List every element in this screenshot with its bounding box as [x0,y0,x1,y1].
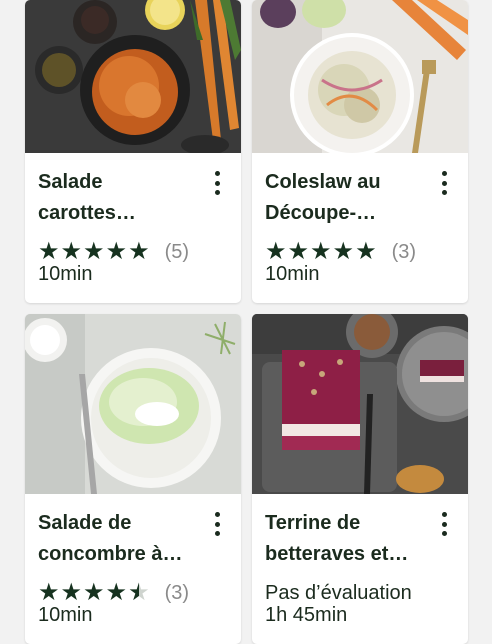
more-vert-icon[interactable] [434,169,454,197]
prep-time: 10min [38,263,93,285]
prep-time: 10min [38,604,93,626]
recipe-title[interactable]: Terrine de betteraves et… [265,508,435,570]
more-vert-icon[interactable] [434,510,454,538]
recipe-photo[interactable] [252,0,468,153]
star-icon: ★ [83,238,105,265]
star-icon: ★ [287,238,310,265]
recipe-card[interactable]: Salade de concombre à… ★ ★ ★ ★ ★ (3) 10m… [25,314,241,644]
star-icon: ★ [265,238,287,265]
rating: ★ ★ ★ ★ ★ (5) [38,239,189,265]
recipe-title[interactable]: Salade carottes… [38,167,208,229]
rating-count: (3) [164,581,190,604]
rating: Pas d’évaluation [265,580,412,606]
star-icon: ★ [105,579,128,606]
star-icon: ★ [105,238,128,265]
cucumber-salad-image [25,314,241,494]
star-rating: ★ ★ ★ ★ ★ [265,240,378,264]
recipe-photo[interactable] [25,314,241,494]
rating: ★ ★ ★ ★ ★ (3) [265,239,416,265]
more-vert-icon[interactable] [207,510,227,538]
recipe-card[interactable]: Terrine de betteraves et… Pas d’évaluati… [252,314,468,644]
star-icon: ★ [310,238,332,265]
star-icon: ★ [60,238,83,265]
rating-count: (5) [164,240,190,263]
star-icon: ★ [38,238,60,265]
recipe-card[interactable]: Coleslaw au Découpe-… ★ ★ ★ ★ ★ (3) 10mi… [252,0,468,303]
star-icon: ★ [60,579,83,606]
recipe-photo[interactable] [252,314,468,494]
carrot-salad-image [25,0,241,153]
coleslaw-image [252,0,468,153]
prep-time: 1h 45min [265,604,348,626]
rating-count: (3) [391,240,417,263]
beet-terrine-image [252,314,468,494]
star-icon: ★ [38,579,60,606]
star-icon: ★ [355,238,377,265]
rating: ★ ★ ★ ★ ★ (3) [38,580,189,606]
recipe-card[interactable]: Salade carottes… ★ ★ ★ ★ ★ (5) 10min [25,0,241,303]
star-rating: ★ ★ ★ ★ ★ [38,240,151,264]
recipe-photo[interactable] [25,0,241,153]
star-icon: ★ [332,238,355,265]
recipe-title[interactable]: Salade de concombre à… [38,508,208,570]
prep-time: 10min [265,263,320,285]
star-half-icon: ★ [128,581,150,606]
star-rating: ★ ★ ★ ★ ★ [38,579,151,606]
more-vert-icon[interactable] [207,169,227,197]
star-icon: ★ [128,238,150,265]
no-rating-label: Pas d’évaluation [265,581,412,604]
star-icon: ★ [83,579,105,606]
recipe-title[interactable]: Coleslaw au Découpe-… [265,167,435,229]
